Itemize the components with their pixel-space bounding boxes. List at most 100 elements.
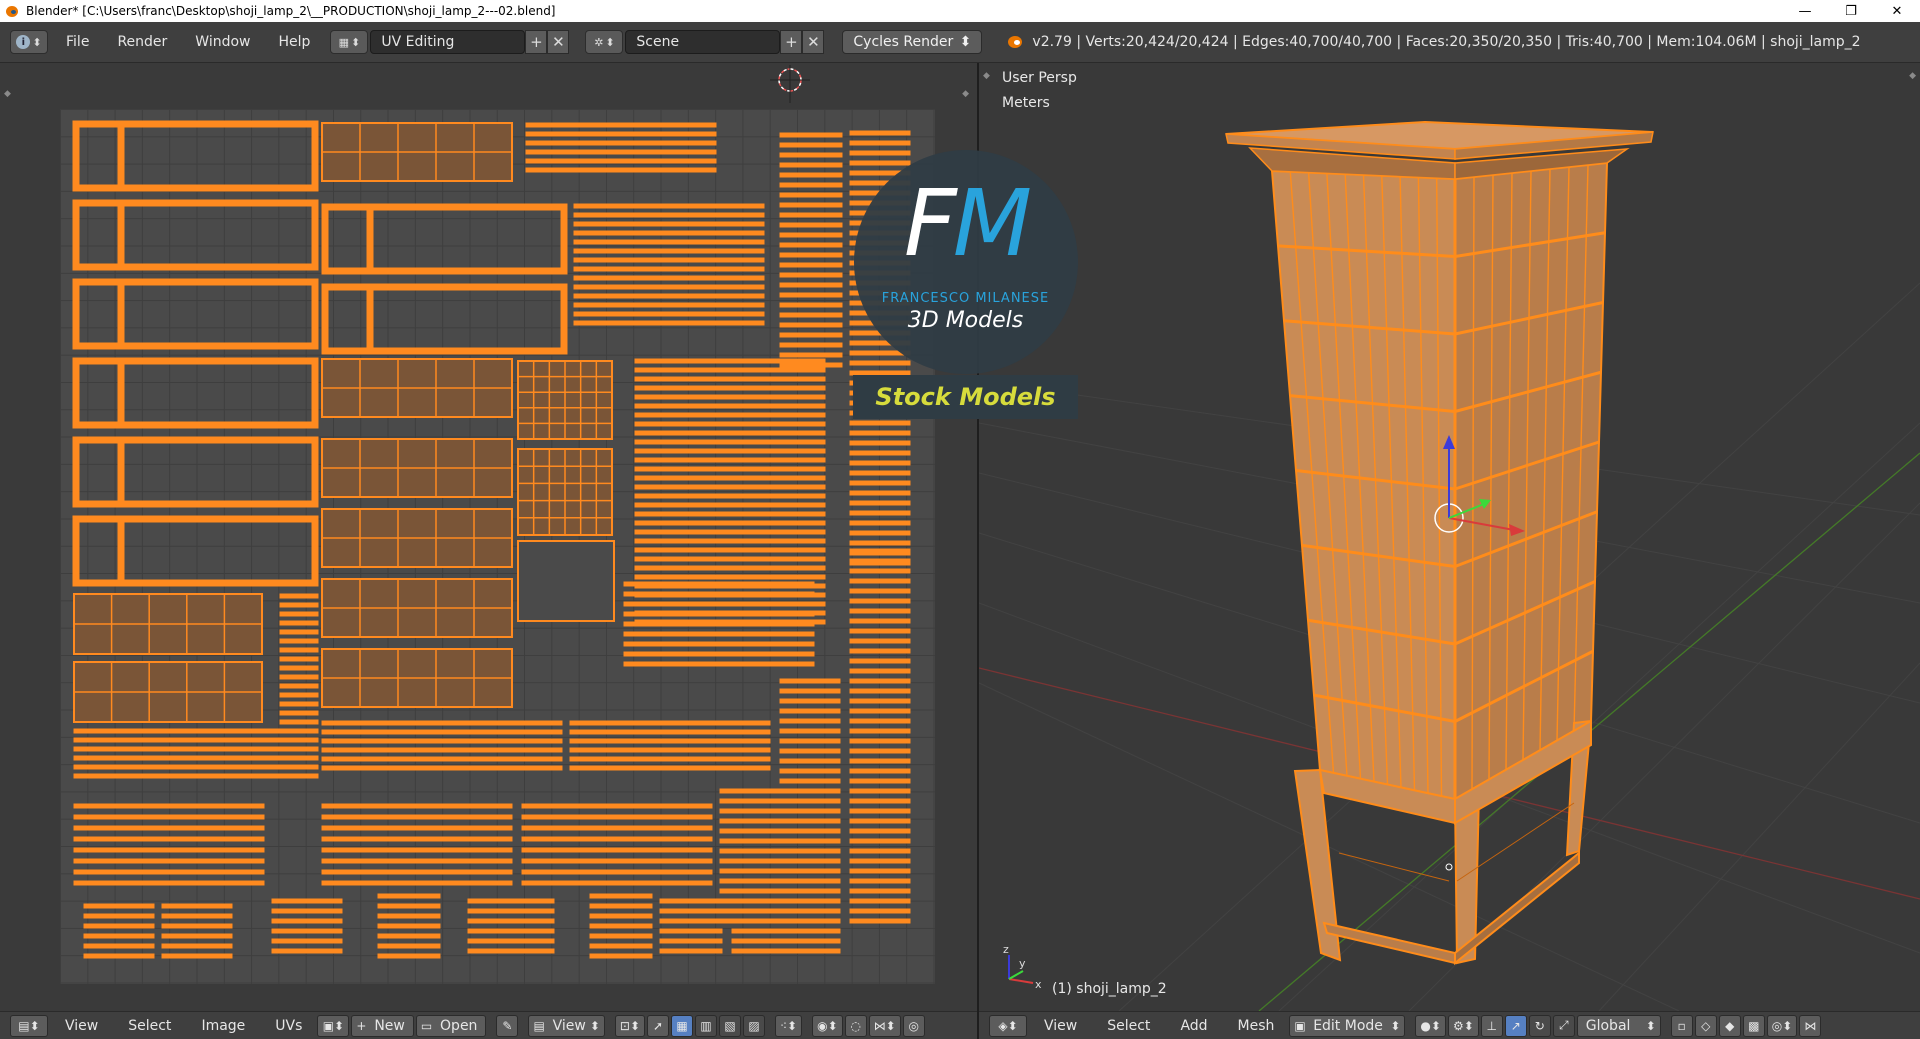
uv-overflow-icon[interactable]: ◎ xyxy=(902,1014,925,1037)
edge-select-icon[interactable]: ▥ xyxy=(695,1014,718,1037)
uv-islands[interactable] xyxy=(60,109,935,984)
vertex-select-mode-icon[interactable]: ▫ xyxy=(1670,1014,1693,1037)
uv-image-editor[interactable]: ◆ ◆ xyxy=(0,63,977,1011)
screen-layout-field[interactable]: UV Editing xyxy=(370,30,526,54)
pin-icon[interactable]: ✎ xyxy=(496,1014,519,1037)
pivot-point-icon[interactable]: ⚙⬍ xyxy=(1447,1014,1479,1037)
units-label: Meters xyxy=(1002,95,1050,111)
region-toggle-right-icon[interactable]: ◆ xyxy=(962,89,969,99)
watermark-letter-f: F xyxy=(903,170,957,277)
vp-menu-view[interactable]: View xyxy=(1029,1018,1092,1034)
scene-statistics: v2.79 | Verts:20,424/20,424 | Edges:40,7… xyxy=(1032,34,1861,50)
add-scene-plus-icon[interactable]: + xyxy=(780,30,803,54)
blender-logo-icon xyxy=(1006,33,1024,51)
window-title: Blender* [C:\Users\franc\Desktop\shoji_l… xyxy=(26,4,556,18)
minimize-button[interactable]: — xyxy=(1782,0,1828,22)
render-engine-dropdown[interactable]: Cycles Render ⬍ xyxy=(842,30,983,54)
uv-editor-header: ▤⬍ View Select Image UVs ▣⬍ + New ▭ Open… xyxy=(0,1011,977,1039)
rotate-manipulator-icon[interactable]: ↻ xyxy=(1528,1014,1551,1037)
image-editor-type-icon[interactable]: ▤⬍ xyxy=(10,1014,48,1037)
scene-icon: ✲ xyxy=(594,35,604,49)
editor-type-selector[interactable]: i ⬍ xyxy=(10,30,48,54)
window-controls: — ❐ ✕ xyxy=(1782,0,1920,22)
blender-app-icon xyxy=(4,3,20,19)
uv-2d-cursor-icon[interactable] xyxy=(760,65,820,105)
transform-orientation-dropdown[interactable]: Global ⬍ xyxy=(1576,1014,1661,1037)
island-select-icon[interactable]: ▨ xyxy=(743,1014,766,1037)
sync-selection-icon[interactable]: ⊡⬍ xyxy=(614,1014,646,1037)
viewport-editor-type-icon[interactable]: ◈⬍ xyxy=(989,1014,1027,1037)
pivot-point-icon[interactable]: ◉⬍ xyxy=(812,1014,843,1037)
new-image-label: New xyxy=(374,1017,405,1034)
render-engine-label: Cycles Render xyxy=(853,34,954,50)
viewport-scene[interactable]: z x y xyxy=(979,63,1920,1011)
open-image-label: Open xyxy=(440,1017,478,1034)
uv-menu-uvs[interactable]: UVs xyxy=(260,1018,317,1034)
uv-menu-select[interactable]: Select xyxy=(113,1018,186,1034)
updown-arrows-icon: ⬍ xyxy=(959,34,972,50)
view-name-label: User Persp xyxy=(1002,70,1077,86)
face-select-mode-icon[interactable]: ◆ xyxy=(1718,1014,1741,1037)
edge-select-mode-icon[interactable]: ◇ xyxy=(1694,1014,1717,1037)
sticky-mode-icon[interactable]: ⁖⬍ xyxy=(775,1014,803,1037)
snap-toggle-icon[interactable]: ⋈ xyxy=(1799,1014,1822,1037)
fm-watermark-logo: FM FRANCESCO MILANESE 3D Models Stock Mo… xyxy=(853,150,1078,420)
delete-scene-x-icon[interactable]: ✕ xyxy=(802,30,825,54)
menu-window[interactable]: Window xyxy=(181,34,264,50)
svg-text:z: z xyxy=(1003,943,1009,956)
vertex-select-icon[interactable]: ▦ xyxy=(671,1014,694,1037)
vp-menu-select[interactable]: Select xyxy=(1092,1018,1165,1034)
menu-render[interactable]: Render xyxy=(103,34,181,50)
uv-menu-image[interactable]: Image xyxy=(186,1018,260,1034)
watermark-fm-letters: FM xyxy=(875,178,1057,270)
face-select-icon[interactable]: ▧ xyxy=(719,1014,742,1037)
scene-selector[interactable]: ✲ ⬍ xyxy=(585,30,624,54)
main-menu: File Render Window Help xyxy=(52,34,324,50)
close-button[interactable]: ✕ xyxy=(1874,0,1920,22)
occlude-geometry-icon[interactable]: ▩ xyxy=(1742,1014,1765,1037)
proportional-editing-icon[interactable]: ◎⬍ xyxy=(1766,1014,1798,1037)
cursor-pointer-icon[interactable]: ➚ xyxy=(647,1014,670,1037)
translate-manipulator-icon[interactable]: ↗ xyxy=(1504,1014,1527,1037)
region-toggle-left-icon[interactable]: ◆ xyxy=(4,89,11,99)
updown-arrows-icon: ⬍ xyxy=(1645,1018,1656,1033)
manipulator-toggle-icon[interactable]: ⊥ xyxy=(1480,1014,1503,1037)
vp-menu-add[interactable]: Add xyxy=(1165,1018,1222,1034)
window-titlebar: Blender* [C:\Users\franc\Desktop\shoji_l… xyxy=(0,0,1920,22)
watermark-subtitle: 3D Models xyxy=(907,308,1024,333)
uv-menu-view[interactable]: View xyxy=(50,1018,113,1034)
proportional-edit-icon[interactable]: ◌ xyxy=(844,1014,867,1037)
vp-menu-mesh[interactable]: Mesh xyxy=(1223,1018,1290,1034)
shading-mode-icon[interactable]: ●⬍ xyxy=(1415,1014,1446,1037)
folder-icon: ▭ xyxy=(420,1018,433,1033)
svg-text:y: y xyxy=(1019,957,1026,970)
view-mode-dropdown[interactable]: ▤ View ⬍ xyxy=(528,1014,605,1037)
uv-texture-grid[interactable] xyxy=(60,109,935,984)
open-image-button[interactable]: ▭ Open xyxy=(415,1014,487,1037)
menu-help[interactable]: Help xyxy=(264,34,324,50)
screen-layout-selector[interactable]: ▦ ⬍ xyxy=(330,30,369,54)
menu-file[interactable]: File xyxy=(52,34,103,50)
watermark-stock-badge: Stock Models xyxy=(853,375,1078,419)
mode-dropdown[interactable]: ▣ Edit Mode ⬍ xyxy=(1289,1014,1406,1037)
scene-field[interactable]: Scene xyxy=(625,30,781,54)
delete-layout-x-icon[interactable]: ✕ xyxy=(547,30,570,54)
new-image-button[interactable]: + New xyxy=(351,1014,414,1037)
3d-viewport[interactable]: ◆ ◆ z x y User Persp Meters (1) shoji_la… xyxy=(979,63,1920,1011)
watermark-name: FRANCESCO MILANESE xyxy=(881,291,1050,306)
shoji-lamp-mesh xyxy=(1225,120,1654,966)
snap-icon[interactable]: ⋈⬍ xyxy=(868,1014,901,1037)
svg-text:x: x xyxy=(1035,978,1042,991)
plus-icon: + xyxy=(356,1018,367,1033)
image-browse-icon[interactable]: ▣⬍ xyxy=(317,1014,350,1037)
updown-arrows-icon: ⬍ xyxy=(1390,1018,1401,1033)
scale-manipulator-icon[interactable]: ⤢ xyxy=(1552,1014,1575,1037)
add-layout-plus-icon[interactable]: + xyxy=(525,30,548,54)
orientation-label: Global xyxy=(1585,1017,1631,1034)
updown-arrows-icon: ⬍ xyxy=(32,35,42,49)
mode-label: Edit Mode xyxy=(1313,1017,1383,1034)
axis-widget-icon: z x y xyxy=(1003,943,1042,991)
maximize-button[interactable]: ❐ xyxy=(1828,0,1874,22)
info-header: i ⬍ File Render Window Help ▦ ⬍ UV Editing… xyxy=(0,22,1920,63)
edit-mode-icon: ▣ xyxy=(1294,1018,1306,1033)
